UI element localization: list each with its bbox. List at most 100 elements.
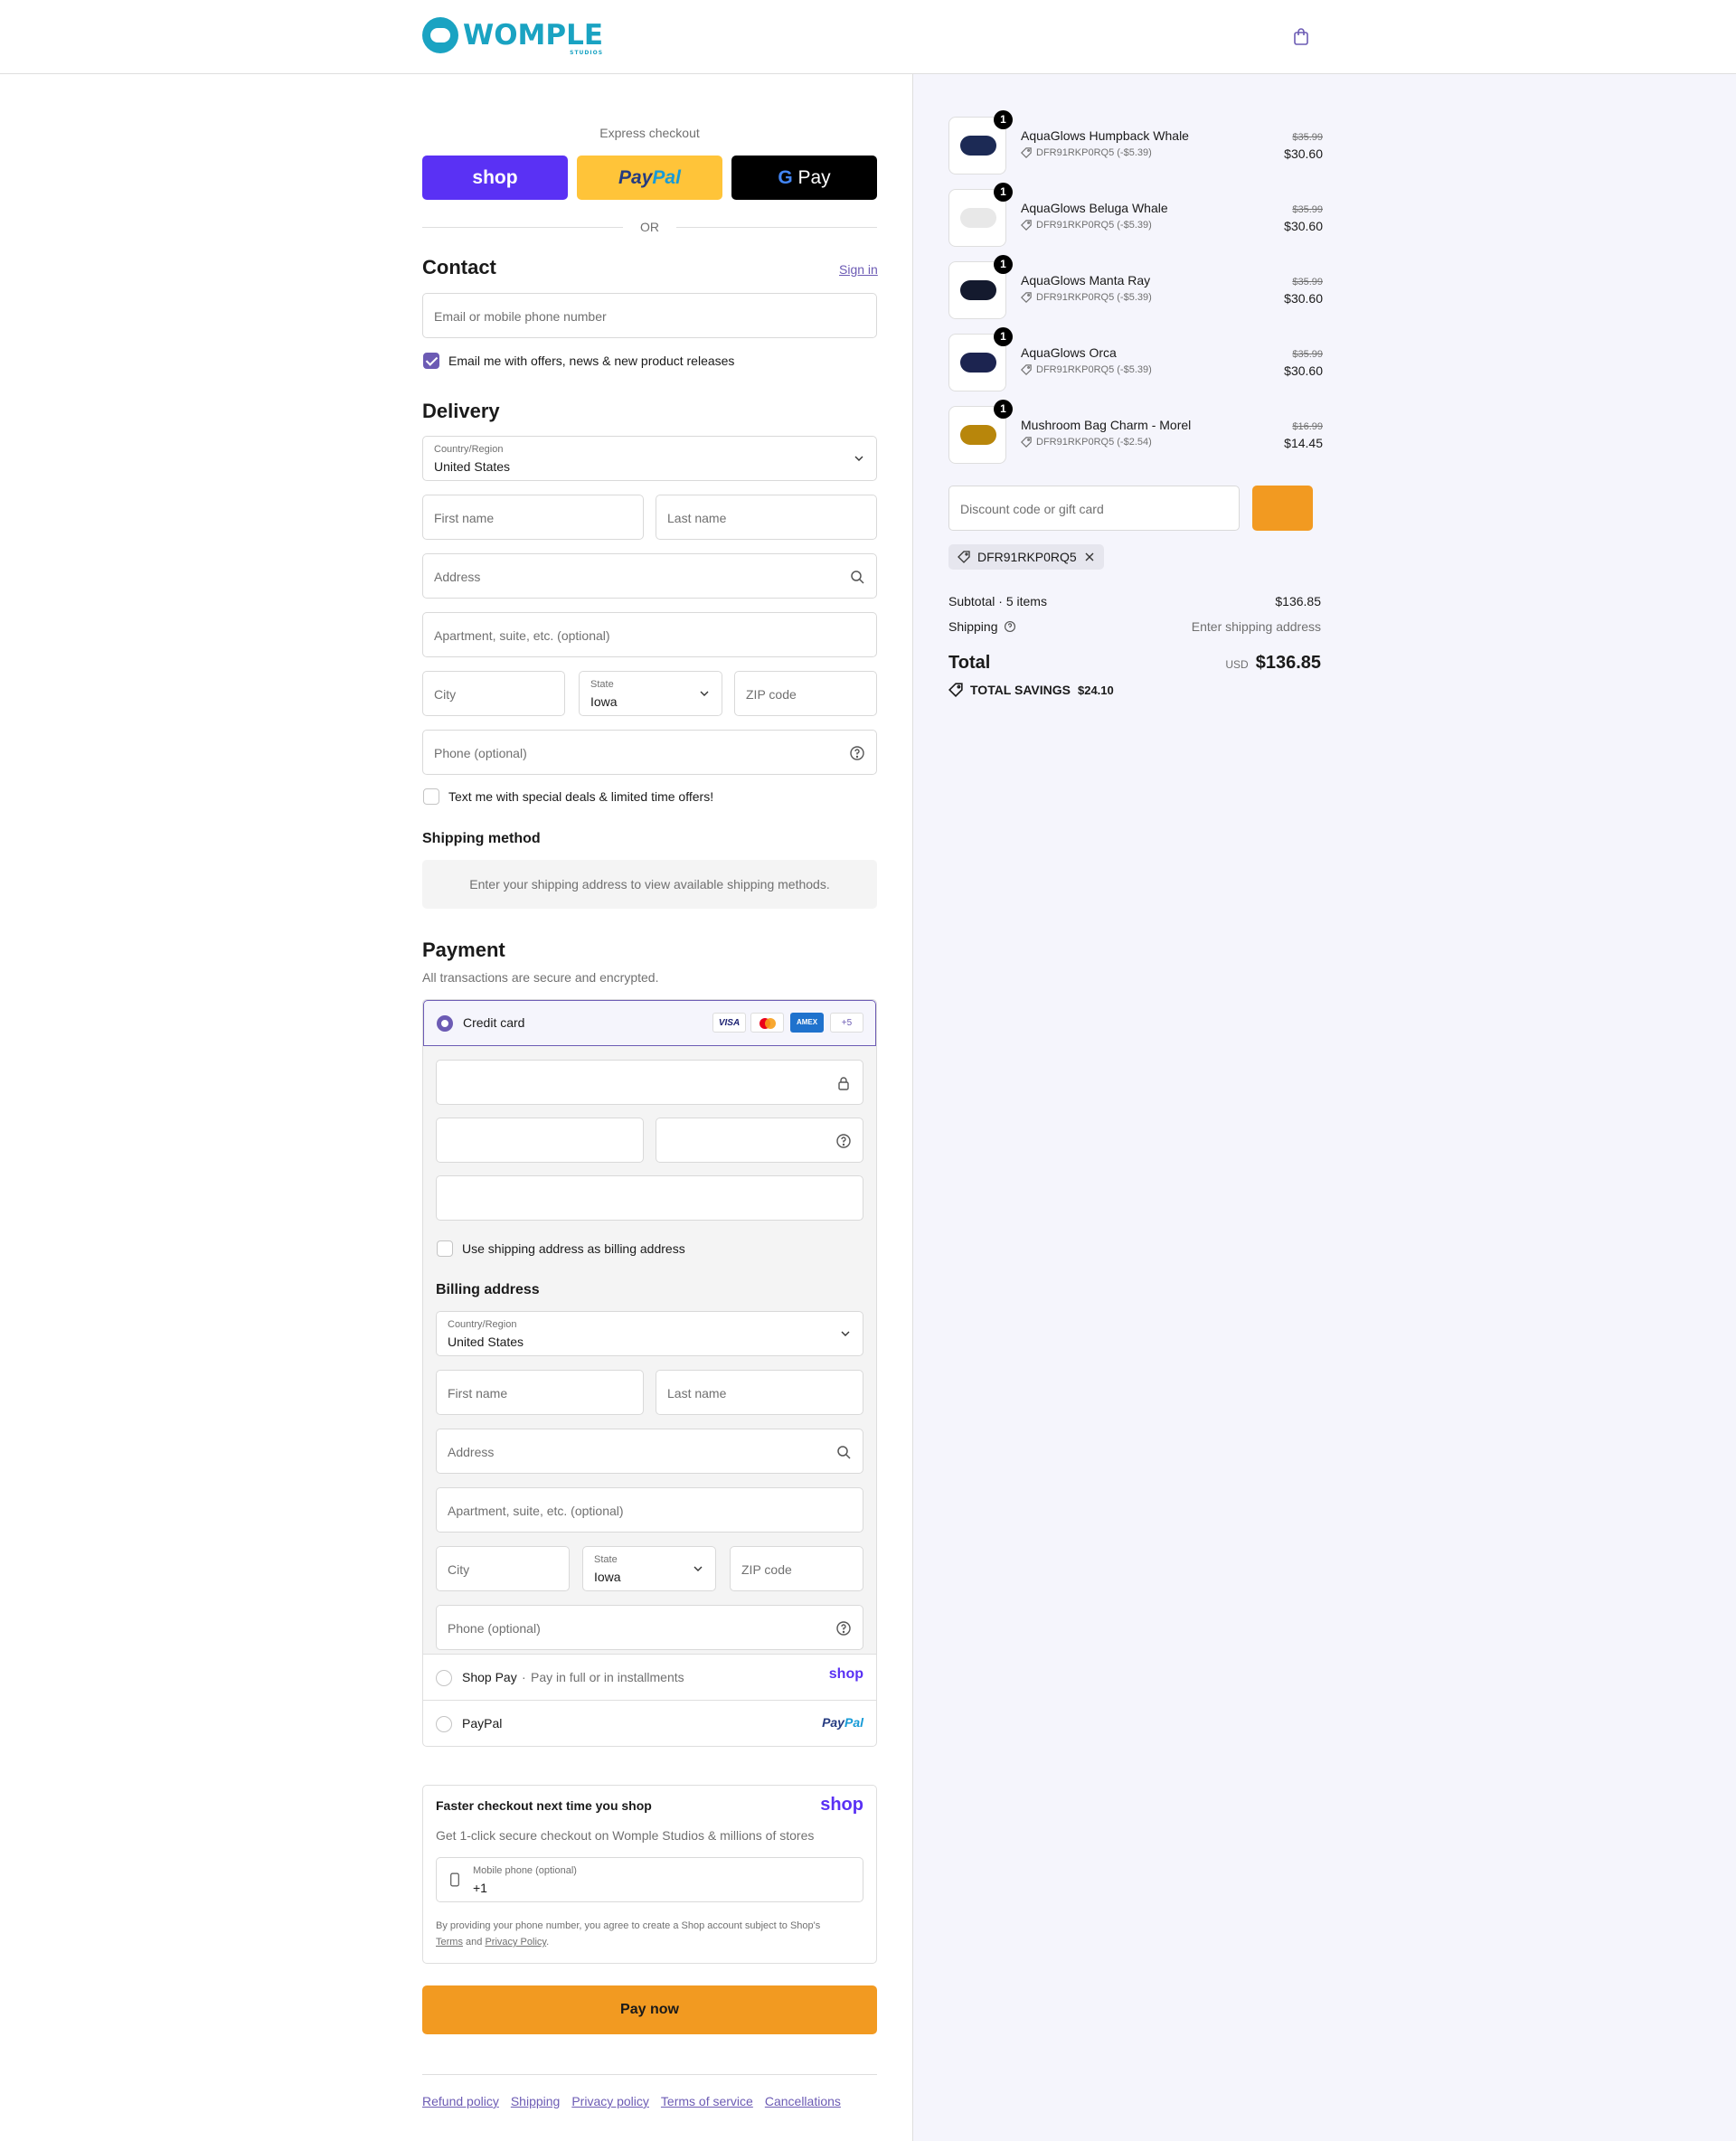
total-label: Total <box>948 653 991 673</box>
phone-field[interactable]: Phone (optional) <box>422 730 877 775</box>
discount-code-field[interactable]: Discount code or gift card <box>948 486 1240 531</box>
quantity-badge: 1 <box>994 255 1013 274</box>
shop-pay-express-button[interactable]: shop <box>422 156 568 200</box>
privacy-policy-link[interactable]: Privacy policy <box>571 2094 649 2108</box>
cart-item: 1 AquaGlows Manta Ray DFR91RKP0RQ5 (-$5.39… <box>948 255 1323 319</box>
discounted-price: $30.60 <box>1284 363 1323 378</box>
help-circle-icon[interactable] <box>835 1620 852 1636</box>
shop-signup-box: Faster checkout next time you shop shop … <box>422 1785 877 1964</box>
country-select[interactable]: Country/Region United States <box>422 436 877 481</box>
product-image <box>960 208 996 228</box>
sms-opt-in-checkbox[interactable] <box>423 788 439 805</box>
brand-logo[interactable]: WOMPLE STUDIOS <box>422 17 603 55</box>
paypal-radio[interactable] <box>436 1716 452 1732</box>
chevron-down-icon <box>854 456 863 461</box>
email-field[interactable]: Email or mobile phone number <box>422 293 877 338</box>
discounted-price: $30.60 <box>1284 291 1323 306</box>
chevron-down-icon <box>693 1566 703 1571</box>
shop-signup-legal: By providing your phone number, you agre… <box>436 1920 821 1948</box>
tag-icon <box>1021 147 1032 158</box>
credit-card-radio[interactable] <box>437 1015 453 1032</box>
quantity-badge: 1 <box>994 327 1013 346</box>
address-field[interactable]: Address <box>422 553 877 599</box>
cart-item: 1 AquaGlows Humpback Whale DFR91RKP0RQ5 (-… <box>948 110 1323 174</box>
product-name: Mushroom Bag Charm - Morel <box>1021 418 1192 432</box>
shopping-bag-icon[interactable] <box>1291 27 1311 47</box>
shop-signup-title: Faster checkout next time you shop <box>436 1798 652 1813</box>
billing-phone-field[interactable]: Phone (optional) <box>436 1605 863 1650</box>
billing-first-name-field[interactable]: First name <box>436 1370 644 1415</box>
billing-zip-field[interactable]: ZIP code <box>730 1546 863 1591</box>
more-cards-badge: +5 <box>830 1013 863 1033</box>
payment-methods-box: Credit card VISA AMEX +5 Use shipping ad… <box>422 999 877 1747</box>
pay-now-button[interactable]: Pay now <box>422 1985 877 2034</box>
cancellations-link[interactable]: Cancellations <box>765 2094 841 2108</box>
sign-in-link[interactable]: Sign in <box>839 262 878 277</box>
quantity-badge: 1 <box>994 110 1013 129</box>
billing-last-name-field[interactable]: Last name <box>656 1370 863 1415</box>
shop-mobile-phone-field[interactable]: Mobile phone (optional) +1 <box>436 1857 863 1902</box>
shipping-policy-link[interactable]: Shipping <box>511 2094 561 2108</box>
checkout-form-panel: Express checkout shop PayPal G Pay OR Co… <box>0 74 912 2141</box>
lock-icon <box>838 1077 849 1090</box>
card-expiry-field[interactable] <box>436 1118 644 1163</box>
product-image <box>960 280 996 300</box>
remove-discount-icon[interactable] <box>1084 552 1095 562</box>
email-opt-in-checkbox[interactable] <box>423 353 439 369</box>
original-price: $35.99 <box>1292 132 1323 143</box>
first-name-field[interactable]: First name <box>422 495 644 540</box>
card-number-field[interactable] <box>436 1060 863 1105</box>
original-price: $35.99 <box>1292 277 1323 288</box>
billing-address-field[interactable]: Address <box>436 1429 863 1474</box>
product-discount: DFR91RKP0RQ5 (-$5.39) <box>1021 147 1152 158</box>
card-name-field[interactable] <box>436 1175 863 1221</box>
quantity-badge: 1 <box>994 183 1013 202</box>
tag-icon <box>958 551 970 563</box>
google-pay-express-button[interactable]: G Pay <box>731 156 877 200</box>
use-shipping-label: Use shipping address as billing address <box>462 1241 685 1256</box>
product-thumbnail: 1 <box>948 110 1013 174</box>
terms-of-service-link[interactable]: Terms of service <box>661 2094 753 2108</box>
shop-privacy-link[interactable]: Privacy Policy <box>485 1937 546 1948</box>
paypal-express-button[interactable]: PayPal <box>577 156 722 200</box>
visa-icon: VISA <box>712 1013 746 1033</box>
billing-apartment-field[interactable]: Apartment, suite, etc. (optional) <box>436 1487 863 1533</box>
discounted-price: $14.45 <box>1284 436 1323 450</box>
city-field[interactable]: City <box>422 671 565 716</box>
billing-city-field[interactable]: City <box>436 1546 570 1591</box>
original-price: $35.99 <box>1292 349 1323 360</box>
help-circle-icon[interactable] <box>1004 620 1016 633</box>
last-name-field[interactable]: Last name <box>656 495 877 540</box>
billing-country-select[interactable]: Country/Region United States <box>436 1311 863 1356</box>
shipping-label: Shipping <box>948 619 1016 634</box>
credit-card-fields: Use shipping address as billing address … <box>423 1046 876 1655</box>
help-circle-icon[interactable] <box>835 1133 852 1149</box>
shipping-value: Enter shipping address <box>1191 619 1321 634</box>
shop-pay-option[interactable]: Shop Pay · Pay in full or in installment… <box>423 1655 876 1701</box>
billing-state-select[interactable]: State Iowa <box>582 1546 716 1591</box>
paypal-option[interactable]: PayPal PayPal <box>423 1701 876 1746</box>
refund-policy-link[interactable]: Refund policy <box>422 2094 499 2108</box>
cart-item-list: 1 AquaGlows Humpback Whale DFR91RKP0RQ5 (-… <box>948 74 1323 472</box>
paypal-logo: PayPal <box>822 1715 863 1730</box>
applied-discount-tag: DFR91RKP0RQ5 <box>948 544 1104 570</box>
zip-field[interactable]: ZIP code <box>734 671 877 716</box>
shop-terms-link[interactable]: Terms <box>436 1937 463 1948</box>
shop-pay-radio[interactable] <box>436 1670 452 1686</box>
product-thumbnail: 1 <box>948 183 1013 247</box>
original-price: $35.99 <box>1292 204 1323 215</box>
footer-links: Refund policy Shipping Privacy policy Te… <box>422 2094 841 2108</box>
mastercard-icon <box>750 1013 784 1033</box>
use-shipping-checkbox[interactable] <box>437 1240 453 1257</box>
credit-card-option[interactable]: Credit card VISA AMEX +5 <box>423 1000 876 1046</box>
cart-item: 1 AquaGlows Beluga Whale DFR91RKP0RQ5 (-$5… <box>948 183 1323 247</box>
delivery-heading: Delivery <box>422 400 500 422</box>
product-discount: DFR91RKP0RQ5 (-$5.39) <box>1021 220 1152 231</box>
apply-discount-button[interactable] <box>1252 486 1313 531</box>
contact-heading: Contact <box>422 256 496 278</box>
order-summary-panel: 1 AquaGlows Humpback Whale DFR91RKP0RQ5 (-… <box>912 74 1736 2141</box>
card-cvv-field[interactable] <box>656 1118 863 1163</box>
apartment-field[interactable]: Apartment, suite, etc. (optional) <box>422 612 877 657</box>
state-select[interactable]: State Iowa <box>579 671 722 716</box>
help-circle-icon[interactable] <box>849 745 865 761</box>
